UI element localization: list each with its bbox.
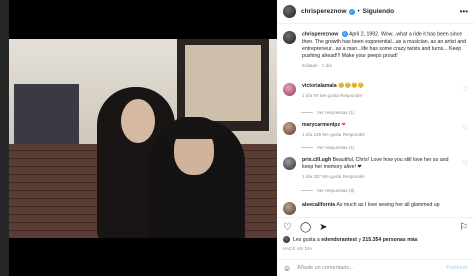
replies-label[interactable]: Ver respuestas (1) — [317, 145, 355, 150]
comment-text: ❤ — [341, 122, 346, 128]
view-replies[interactable]: Ver respuestas (1) — [301, 145, 355, 150]
photo-frame-picture — [185, 45, 261, 121]
bookmark-icon[interactable]: ⚐ — [459, 222, 468, 233]
caption: chrispereznow ✓ April 2, 1992. Wow...wha… — [283, 31, 468, 69]
header-username[interactable]: chrispereznow — [301, 8, 347, 15]
post-date: HACE UN DÍA — [283, 246, 313, 251]
photo-shelf — [14, 84, 79, 149]
verified-icon: ✓ — [348, 8, 355, 15]
action-icons: ♡ ◯ ➤ — [283, 222, 328, 233]
photo-bottom-dark — [9, 238, 277, 276]
likes-middle: y — [358, 236, 362, 243]
avatar[interactable] — [283, 83, 296, 96]
comment-meta[interactable]: 1 día 135 Me gusta Responder — [302, 131, 452, 138]
comment-username[interactable]: victorialamala — [302, 83, 337, 89]
caption-username[interactable]: chrispereznow — [302, 31, 338, 37]
avatar[interactable] — [283, 122, 296, 135]
publish-button[interactable]: Publicar — [446, 265, 468, 271]
heart-icon[interactable]: ♡ — [463, 125, 468, 132]
avatar[interactable] — [283, 202, 296, 215]
comment-username[interactable]: pris.cill.ugh — [302, 157, 331, 163]
comment-item: marycarmenlpz ❤ 1 día 135 Me gusta Respo… — [283, 122, 468, 138]
likes-prefix: Les gusta a — [293, 236, 320, 243]
replies-line — [301, 112, 313, 113]
view-replies[interactable]: Ver respuestas (8) — [301, 188, 355, 193]
comment-item: aleecalifornia As much as I love seeing … — [283, 202, 468, 215]
post-actions: ♡ ◯ ➤ ⚐ Les gusta a edendorantest y 215.… — [277, 217, 474, 260]
heart-icon[interactable]: ♡ — [463, 86, 468, 93]
heart-icon[interactable]: ♡ — [283, 222, 292, 233]
replies-line — [301, 147, 313, 148]
more-icon[interactable]: ••• — [460, 7, 468, 16]
avatar[interactable] — [283, 5, 296, 18]
likes-summary: Les gusta a edendorantest y 215.354 pers… — [283, 236, 418, 243]
heart-icon[interactable]: ♡ — [463, 160, 468, 167]
emoji-icon[interactable]: ☺ — [283, 264, 291, 273]
comment-icon[interactable]: ◯ — [300, 222, 311, 233]
comment-text: 🥺🥺🥺🥺 — [338, 83, 364, 89]
comment-username[interactable]: aleecalifornia — [302, 202, 335, 208]
comment-meta[interactable]: 1 día 337 Me gusta Responder — [302, 173, 452, 180]
avatar — [283, 236, 290, 243]
photo-person-right-cap — [167, 117, 219, 139]
comment-item: pris.cill.ugh Beautiful, Chris! Love how… — [283, 157, 468, 181]
share-icon[interactable]: ➤ — [319, 222, 327, 233]
comment-username[interactable]: marycarmenlpz — [302, 122, 340, 128]
replies-label[interactable]: Ver respuestas (8) — [317, 188, 355, 193]
add-comment-bar: ☺ Publicar — [277, 259, 474, 276]
post-photo[interactable] — [9, 39, 277, 238]
view-replies[interactable]: Ver respuestas (1) — [301, 110, 355, 115]
post-panel: chrispereznow ✓ • Siguiendo ••• chrisper… — [277, 0, 474, 276]
post-header: chrispereznow ✓ • Siguiendo ••• — [277, 0, 474, 24]
comment-item: victorialamala 🥺🥺🥺🥺 1 día 97 Me gusta Re… — [283, 83, 468, 99]
left-background — [0, 0, 9, 276]
comments-scroll[interactable]: chrispereznow ✓ April 2, 1992. Wow...wha… — [277, 25, 474, 217]
comment-meta[interactable]: 1 día 97 Me gusta Responder — [302, 92, 452, 99]
comment-text: As much as I love seeing her all glammed… — [336, 202, 440, 208]
likes-user[interactable]: edendorantest — [321, 237, 357, 243]
avatar[interactable] — [283, 31, 296, 44]
comment-input[interactable] — [297, 265, 438, 271]
separator-dot: • — [357, 8, 360, 15]
avatar[interactable] — [283, 157, 296, 170]
replies-line — [301, 190, 313, 191]
replies-label[interactable]: Ver respuestas (1) — [317, 110, 355, 115]
photo-person-left-face — [121, 99, 155, 143]
following-button[interactable]: Siguiendo — [363, 8, 394, 15]
likes-count[interactable]: 215.354 personas más — [363, 237, 418, 243]
verified-icon: ✓ — [341, 31, 348, 37]
caption-meta: Editado · 1 día — [302, 63, 332, 69]
